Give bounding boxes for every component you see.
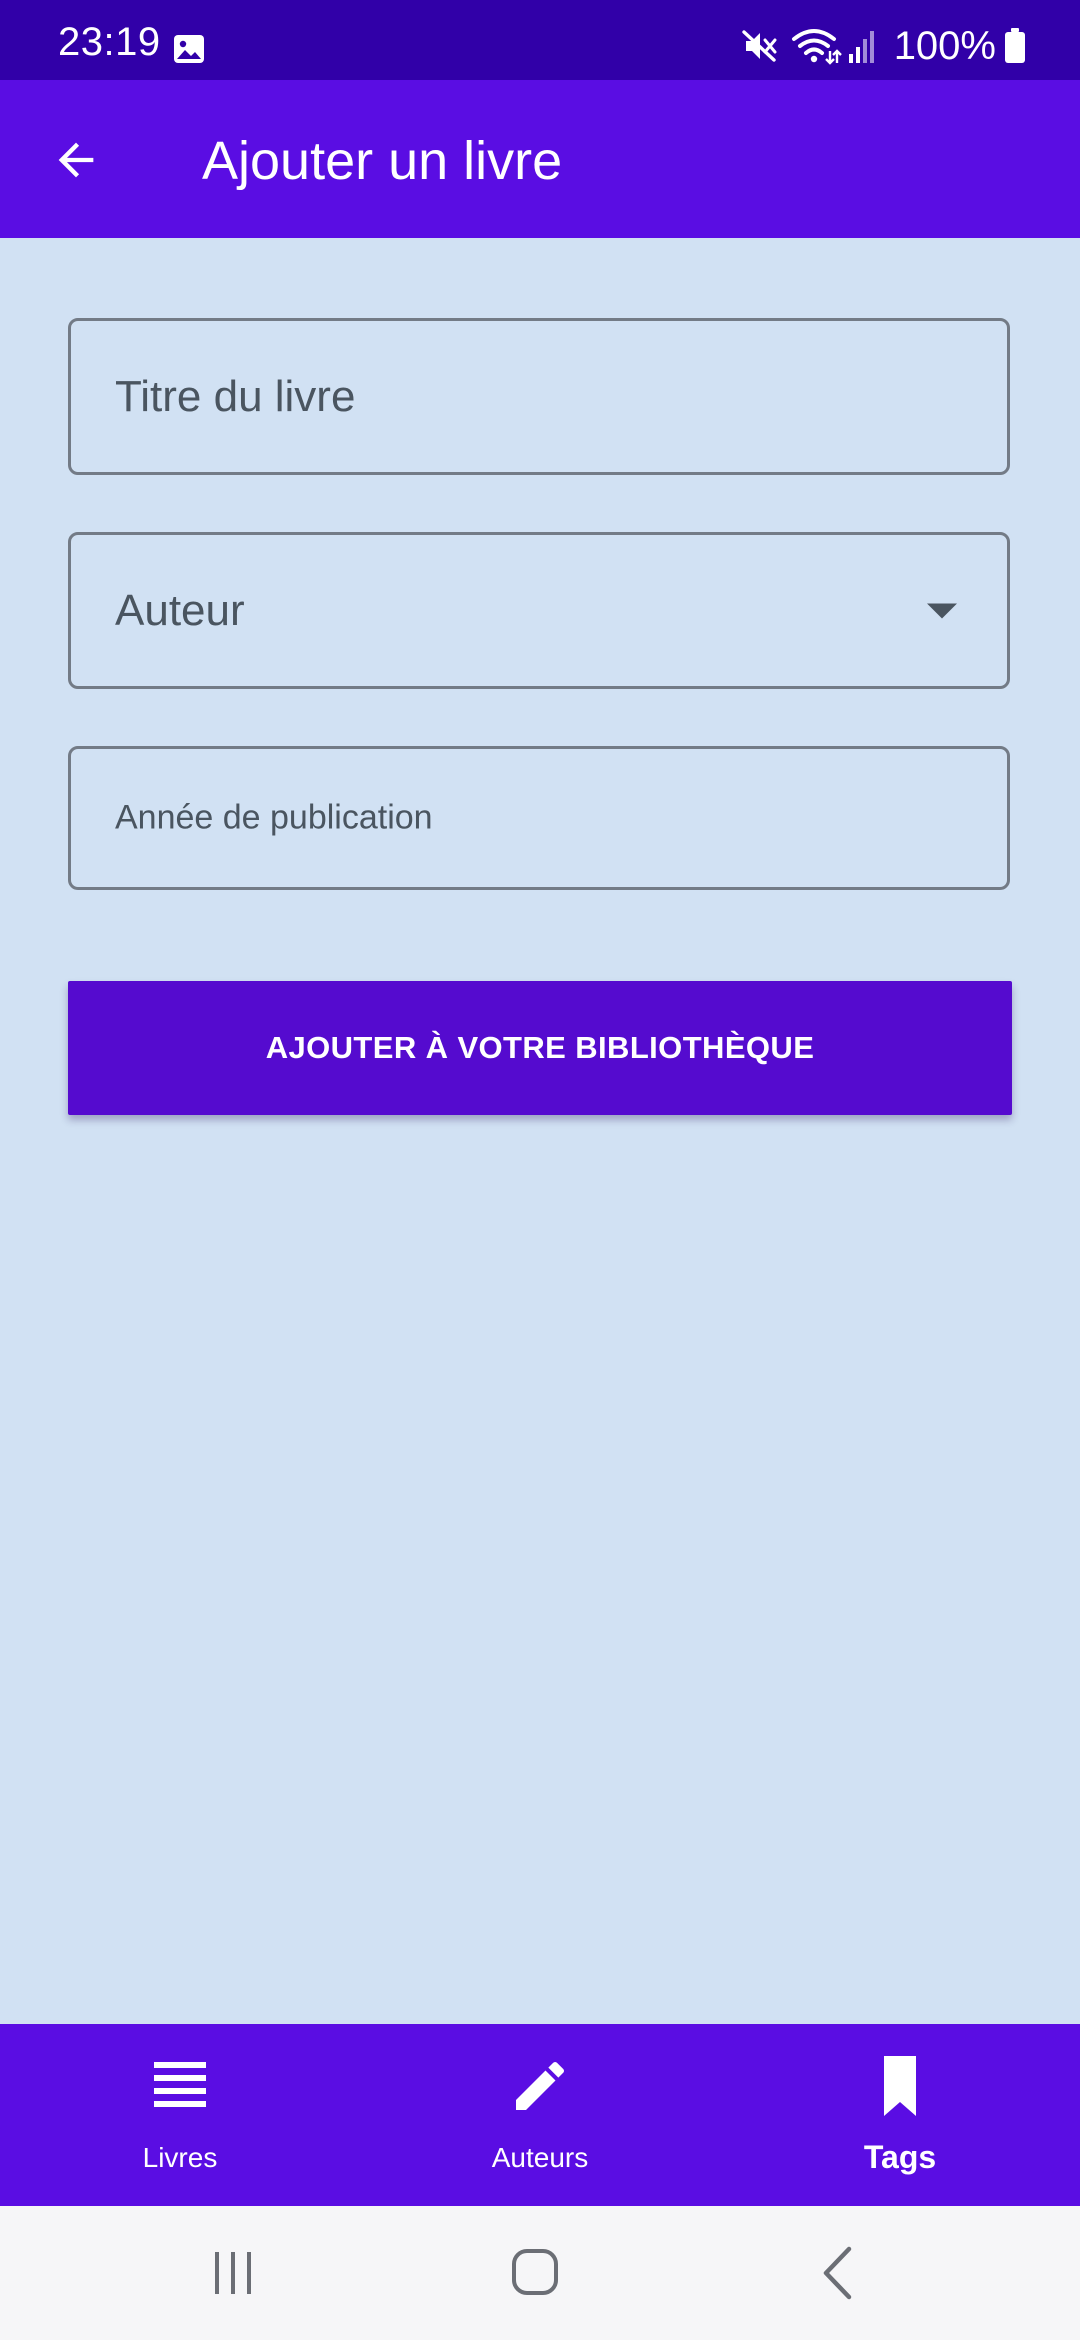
system-back-button[interactable] <box>794 2228 884 2318</box>
nav-item-authors[interactable]: Auteurs <box>360 2024 720 2206</box>
nav-label-tags: Tags <box>863 2139 937 2175</box>
add-to-library-button[interactable]: AJOUTER À VOTRE BIBLIOTHÈQUE <box>68 981 1012 1115</box>
book-title-placeholder: Titre du livre <box>115 371 356 421</box>
author-dropdown[interactable]: Auteur <box>68 532 1010 689</box>
publication-year-input[interactable]: Année de publication <box>68 746 1010 890</box>
system-navigation-bar <box>0 2206 1080 2340</box>
list-icon <box>154 2062 206 2107</box>
status-icons: 100% <box>740 26 1026 66</box>
author-placeholder: Auteur <box>115 585 245 635</box>
nav-label-books: Livres <box>142 2142 218 2173</box>
wifi-icon <box>791 29 842 65</box>
home-button[interactable] <box>490 2228 580 2318</box>
book-title-input[interactable]: Titre du livre <box>68 318 1010 475</box>
page-title: Ajouter un livre <box>202 131 563 191</box>
dropdown-arrow-icon <box>927 603 957 618</box>
pencil-icon <box>516 2061 565 2110</box>
back-chevron-icon <box>823 2246 852 2300</box>
nav-item-tags[interactable]: Tags <box>720 2024 1080 2206</box>
nav-item-books[interactable]: Livres <box>0 2024 360 2206</box>
recents-button[interactable] <box>188 2228 278 2318</box>
back-button[interactable] <box>34 118 118 202</box>
battery-icon <box>1005 28 1025 63</box>
battery-percentage: 100% <box>893 24 996 68</box>
bookmark-icon <box>884 2056 916 2116</box>
bottom-navigation: Livres Auteurs Tags <box>0 2024 1080 2206</box>
add-to-library-label: AJOUTER À VOTRE BIBLIOTHÈQUE <box>265 1030 815 1065</box>
mute-icon <box>741 30 777 62</box>
recents-icon <box>215 2252 251 2294</box>
arrow-back-icon <box>58 142 94 178</box>
signal-icon <box>848 31 874 63</box>
status-time: 23:19 <box>58 20 161 64</box>
home-icon <box>512 2249 558 2295</box>
nav-label-authors: Auteurs <box>491 2142 589 2173</box>
publication-year-placeholder: Année de publication <box>115 798 433 837</box>
gallery-icon <box>174 35 204 63</box>
app-bar: Ajouter un livre <box>0 80 1080 238</box>
status-bar: 23:19 100% <box>0 0 1080 80</box>
